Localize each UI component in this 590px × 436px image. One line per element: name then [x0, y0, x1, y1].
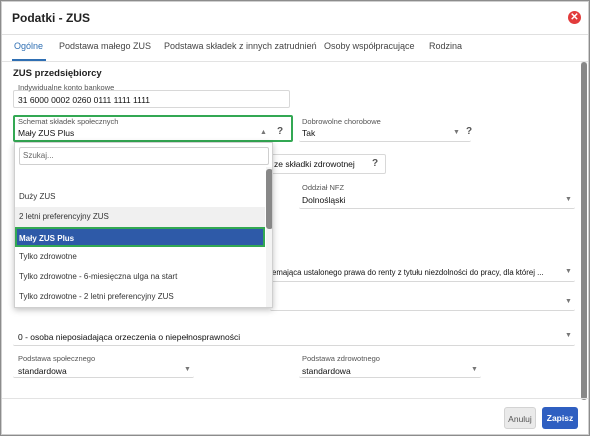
chevron-down-icon[interactable]: ▼ [565, 332, 572, 339]
scheme-dropdown: Szukaj... Duży ZUS 2 letni preferencyjny… [14, 142, 273, 308]
help-icon[interactable]: ? [277, 126, 283, 137]
chevron-up-icon[interactable]: ▲ [260, 129, 267, 136]
podatki-zus-dialog: Podatki - ZUS ✕ Ogólne Podstawa małego Z… [1, 1, 589, 435]
pension-value: emająca ustalonego prawa do renty z tytu… [272, 268, 544, 277]
save-button[interactable]: Zapisz [542, 407, 578, 429]
tab-rodzina[interactable]: Rodzina [429, 35, 462, 61]
health-base-value: standardowa [302, 366, 351, 376]
social-base-label: Podstawa społecznego [18, 354, 96, 363]
tab-podstawa-malego-zus[interactable]: Podstawa małego ZUS [59, 35, 151, 61]
chevron-down-icon[interactable]: ▼ [565, 268, 572, 275]
dialog-footer: Anuluj Zapisz [2, 398, 588, 435]
dropdown-option[interactable]: Duży ZUS [15, 187, 265, 207]
nfz-label: Oddział NFZ [302, 183, 345, 192]
dropdown-scrollbar-thumb[interactable] [266, 169, 272, 229]
tab-bar: Ogólne Podstawa małego ZUS Podstawa skła… [2, 35, 588, 62]
dropdown-option-selected[interactable]: Mały ZUS Plus [15, 227, 265, 247]
nfz-value: Dolnośląski [302, 195, 346, 205]
help-icon[interactable]: ? [466, 126, 472, 137]
dialog-title: Podatki - ZUS [12, 11, 91, 25]
social-base-value: standardowa [18, 366, 67, 376]
tab-osoby-wspolpracujace[interactable]: Osoby współpracujące [324, 35, 415, 61]
dialog-titlebar: Podatki - ZUS ✕ [2, 2, 588, 35]
dropdown-scrollbar[interactable] [266, 167, 272, 307]
help-icon[interactable]: ? [372, 158, 378, 169]
cancel-button[interactable]: Anuluj [504, 407, 536, 429]
dropdown-search-input[interactable]: Szukaj... [19, 147, 269, 165]
chevron-down-icon[interactable]: ▼ [453, 129, 460, 136]
health-deduction-label: ze składki zdrowotnej [274, 159, 355, 169]
dropdown-search-placeholder: Szukaj... [23, 151, 54, 160]
dropdown-option[interactable]: Tylko zdrowotne - 2 letni preferencyjny … [15, 287, 265, 307]
dropdown-option[interactable]: Tylko zdrowotne - 6-miesięczna ulga na s… [15, 267, 265, 287]
disability-value: 0 - osoba nieposiadająca orzeczenia o ni… [18, 332, 241, 342]
tab-ogolne[interactable]: Ogólne [12, 35, 46, 61]
chevron-down-icon[interactable]: ▼ [184, 366, 191, 373]
dropdown-option[interactable]: Tylko zdrowotne [15, 247, 265, 267]
chevron-down-icon[interactable]: ▼ [565, 298, 572, 305]
bank-account-label: Indywidualne konto bankowe [18, 83, 115, 92]
chevron-down-icon[interactable]: ▼ [471, 366, 478, 373]
dialog-scrollbar-thumb[interactable] [581, 62, 587, 400]
dropdown-option[interactable]: 2 letni preferencyjny ZUS [15, 207, 265, 227]
tab-podstawa-skladek[interactable]: Podstawa składek z innych zatrudnień [164, 35, 317, 61]
scheme-label: Schemat składek społecznych [18, 117, 119, 126]
sickness-label: Dobrowolne chorobowe [302, 117, 381, 126]
close-icon[interactable]: ✕ [568, 11, 581, 24]
sickness-value: Tak [302, 128, 316, 138]
chevron-down-icon[interactable]: ▼ [565, 196, 572, 203]
bank-account-value: 31 6000 0002 0260 0111 1111 1111 [18, 95, 151, 105]
secondary-select[interactable] [270, 293, 575, 311]
section-title: ZUS przedsiębiorcy [13, 68, 102, 79]
health-base-label: Podstawa zdrowotnego [302, 354, 380, 363]
dialog-scrollbar[interactable] [581, 62, 587, 400]
scheme-value: Mały ZUS Plus [18, 128, 75, 138]
